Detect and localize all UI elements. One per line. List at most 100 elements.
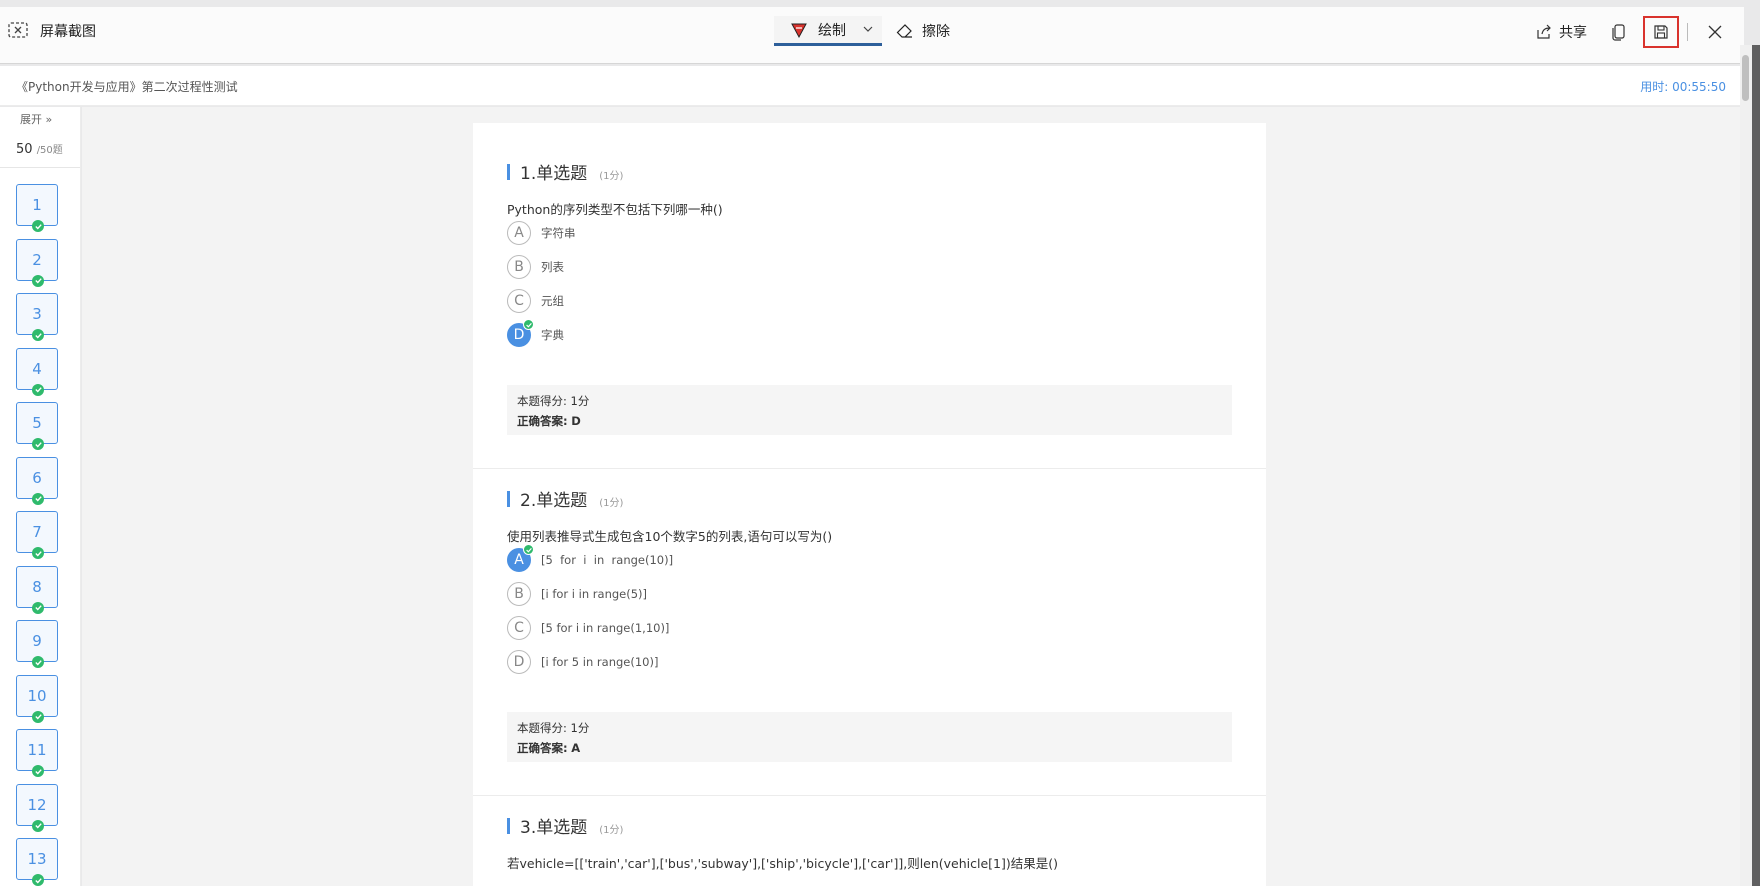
chevron-down-icon[interactable] [862,23,874,35]
answered-check-badge [32,656,44,668]
check-icon [34,877,42,883]
question-nav-sidebar: 展开 » 50 /50题 1 2 3 4 5 6 7 8 9 10 11 12 13 [0,107,81,886]
share-button[interactable]: 共享 [1535,22,1587,42]
question-title: 2.单选题 [520,491,588,511]
question-nav-number: 5 [32,414,42,432]
option-letter: D [513,654,525,670]
option-b[interactable]: B [i for i in range(5)] [507,582,647,606]
question-nav-number: 9 [32,632,42,650]
question-nav-number: 1 [32,196,42,214]
question-title: 1.单选题 [520,164,588,184]
score-label: 本题得分: [517,721,567,735]
option-a[interactable]: A 字符串 [507,221,576,245]
question-stem: 若vehicle=[['train','car'],['bus','subway… [507,856,1059,871]
score-line: 本题得分: 1分 [517,718,1222,738]
copy-button[interactable] [1609,22,1629,42]
check-icon [525,547,532,553]
answered-check-badge [32,274,44,287]
question-nav-number: 8 [32,577,42,596]
scrollbar-thumb[interactable] [1742,55,1749,101]
question-nav-item[interactable]: 6 [16,456,58,505]
question-nav-item[interactable]: 9 [16,620,58,668]
question-nav-item[interactable]: 5 [16,402,58,450]
option-d[interactable]: D [i for 5 in range(10)] [507,650,658,674]
question-nav-item[interactable]: 11 [16,729,58,777]
score-value: 1分 [570,394,590,408]
draw-tool-button[interactable]: 绘制 [774,16,882,46]
expand-button[interactable]: 展开 » [20,111,52,127]
eraser-icon [896,24,912,38]
question-header: 3.单选题 (1分) [507,813,623,838]
option-letter-circle: D [507,650,531,674]
option-letter-circle: B [507,255,531,279]
check-icon [34,714,42,720]
question-stem: Python的序列类型不包括下列哪一种() [507,202,723,217]
answered-check-badge [32,765,44,777]
option-b[interactable]: B 列表 [507,255,564,279]
check-icon [34,659,42,665]
answer-label: 正确答案: [517,414,568,428]
question-nav-number: 11 [27,741,47,759]
question-nav-number: 2 [32,250,42,269]
question-nav-item[interactable]: 7 [16,511,58,559]
result-box: 本题得分: 1分 正确答案: A [507,712,1232,762]
share-label: 共享 [1559,24,1587,41]
check-icon [34,278,42,284]
check-icon [34,332,42,338]
sidebar-divider [0,167,80,168]
option-letter: C [514,293,524,309]
option-a[interactable]: A [5 for i in range(10)] [507,544,674,572]
check-icon [34,387,42,393]
answered-check-badge [32,601,44,614]
question-nav-number: 12 [27,795,47,814]
check-icon [34,496,42,502]
question-header: 1.单选题 (1分) [507,159,623,184]
question-nav-item[interactable]: 13 [16,838,58,886]
answer-value: D [571,414,581,428]
option-d[interactable]: D 字典 [507,319,564,347]
pen-icon [791,23,807,38]
option-letter-circle: A [507,221,531,245]
question-nav-item[interactable]: 12 [16,783,58,832]
check-icon [525,322,532,328]
option-c[interactable]: C [5 for i in range(1,10)] [507,616,669,640]
answered-check-badge [32,383,44,396]
answered-check-badge [32,547,44,559]
save-button[interactable] [1643,15,1679,48]
copy-icon [1612,23,1625,41]
option-c[interactable]: C 元组 [507,289,564,313]
question-nav-item[interactable]: 4 [16,347,58,396]
question-paper: 1.单选题 (1分) Python的序列类型不包括下列哪一种() A 字符串 B 列表… [473,123,1266,886]
exam-content: 1.单选题 (1分) Python的序列类型不包括下列哪一种() A 字符串 B 列表… [82,107,1740,886]
question-title: 3.单选题 [520,818,588,838]
question-nav-item[interactable]: 2 [16,238,58,287]
option-text: [5 for i in range(10)] [541,553,674,567]
question-nav-item[interactable]: 8 [16,565,58,614]
answer-line: 正确答案: D [517,411,1222,431]
question-points: (1分) [599,498,624,509]
question-nav-number: 6 [32,468,42,487]
page-scrollbar[interactable] [1740,45,1752,886]
score-value: 1分 [570,721,590,735]
erase-tool-label: 擦除 [922,24,950,40]
option-text: 字典 [541,328,564,342]
score-label: 本题得分: [517,394,567,408]
erase-tool-button[interactable]: 擦除 [896,21,950,41]
option-letter: C [514,620,524,636]
draw-tool-label: 绘制 [818,22,846,39]
question-nav-item[interactable]: 3 [16,293,58,341]
exam-timer: 用时: 00:55:50 [1640,80,1726,94]
result-box: 本题得分: 1分 正确答案: D [507,385,1232,435]
exam-header: 《Python开发与应用》第二次过程性测试 用时: 00:55:50 [0,66,1740,106]
screen-snip-icon [8,22,28,38]
option-letter-circle: A [507,544,534,572]
close-button[interactable] [1704,21,1726,43]
question-nav-item[interactable]: 1 [16,184,58,232]
question-header: 2.单选题 (1分) [507,486,623,511]
option-text: 元组 [541,294,564,308]
screenshot-viewport: 屏幕截图 绘制 擦除 共享 《Python开发与应用》第二次过程性测试 用时: … [0,0,1760,886]
question-nav-number: 3 [32,305,42,323]
question-divider [473,468,1266,469]
option-text: [i for 5 in range(10)] [541,655,659,669]
question-nav-item[interactable]: 10 [16,674,58,723]
